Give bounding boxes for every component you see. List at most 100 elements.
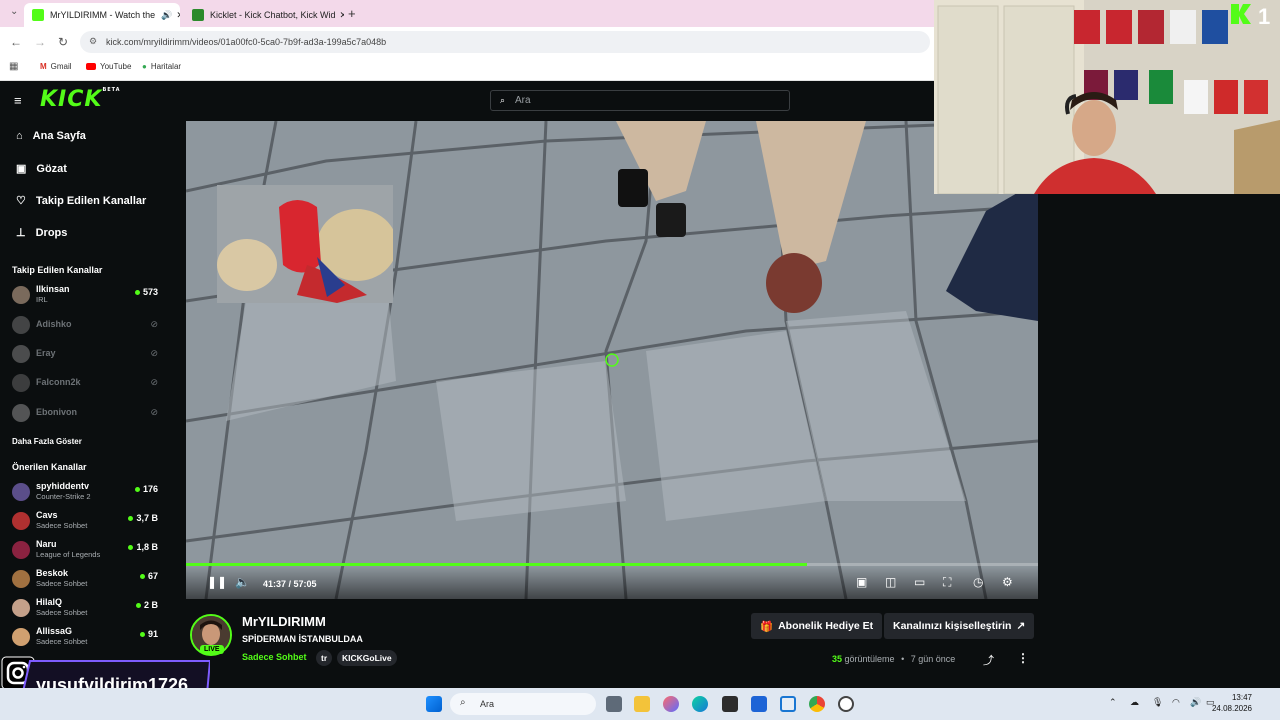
- beta-badge: BETA: [102, 87, 121, 93]
- fullscreen-icon[interactable]: ⛶: [943, 575, 951, 590]
- viewer-count: 1,8 B: [128, 542, 158, 552]
- copilot-icon[interactable]: [663, 696, 679, 712]
- tag-language[interactable]: tr: [316, 650, 333, 666]
- viewer-count: 91: [139, 629, 158, 639]
- avatar: [12, 512, 30, 530]
- taskbar-search-placeholder: Ara: [480, 699, 495, 709]
- separator-dot: •: [901, 654, 905, 664]
- stream-title: SPİDERMAN İSTANBULDAA: [242, 634, 363, 644]
- file-explorer-icon[interactable]: [634, 696, 650, 712]
- microphone-icon[interactable]: 🎙: [1152, 697, 1163, 708]
- gift-subscription-button[interactable]: 🎁 Abonelik Hediye Et: [751, 613, 883, 639]
- avatar: [12, 345, 30, 363]
- bookmark-gmail[interactable]: M Gmail: [40, 62, 72, 71]
- clip-icon[interactable]: ◫: [885, 575, 896, 589]
- apps-grid-icon[interactable]: ▦: [9, 61, 18, 72]
- drops-icon: ⊥: [16, 227, 26, 239]
- tab-kicklet[interactable]: Kicklet - Kick Chatbot, Kick Wid ✕: [184, 3, 344, 27]
- spiderman-overlay-image: [217, 185, 397, 303]
- search-input[interactable]: ⌕ Ara: [490, 90, 790, 111]
- menu-hamburger-icon[interactable]: ≡: [14, 93, 22, 108]
- channel-cavs[interactable]: Cavs Sadece Sohbet 3,7 B: [12, 509, 162, 535]
- channel-name: Beskok: [36, 568, 69, 578]
- channel-spyhiddentv[interactable]: spyhiddentv Counter-Strike 2 176: [12, 480, 162, 506]
- pause-icon[interactable]: ❚❚: [207, 575, 227, 589]
- task-view-icon[interactable]: [606, 696, 622, 712]
- channel-naru[interactable]: Naru League of Legends 1,8 B: [12, 538, 162, 564]
- reload-icon[interactable]: ↻: [58, 35, 68, 49]
- share-icon[interactable]: ⤴: [983, 652, 994, 668]
- search-icon: ⌕: [500, 95, 506, 105]
- obs-icon[interactable]: [838, 696, 854, 712]
- logo-text: KICK: [40, 87, 103, 112]
- channel-adishko[interactable]: Adishko ⊘: [12, 313, 162, 339]
- tag-kickgolive[interactable]: KICKGoLive: [337, 650, 397, 666]
- customize-channel-button[interactable]: Kanalınızı kişiselleştirin ↗: [884, 613, 1035, 639]
- new-tab-plus-icon[interactable]: +: [348, 6, 356, 21]
- channel-falconn2k[interactable]: Falconn2k ⊘: [12, 371, 162, 397]
- bookmark-maps[interactable]: ● Haritalar: [142, 62, 181, 71]
- url-field[interactable]: ⚙ kick.com/mryildirimm/videos/01a00fc0-5…: [80, 31, 930, 53]
- tab-search-chevron-icon[interactable]: ⌄: [10, 6, 18, 17]
- stream-category-link[interactable]: Sadece Sohbet: [242, 652, 307, 662]
- speaker-icon[interactable]: 🔊: [1190, 697, 1201, 708]
- sidebar-item-browse[interactable]: ▣ Gözat: [16, 162, 67, 176]
- taskbar-search[interactable]: ⌕ Ara: [450, 693, 596, 715]
- channel-hilalq[interactable]: HilalQ Sadece Sohbet 2 B: [12, 596, 162, 622]
- channel-ilkinsan[interactable]: Ilkinsan IRL 573: [12, 283, 162, 309]
- onedrive-icon[interactable]: ☁: [1130, 697, 1139, 708]
- site-info-icon[interactable]: ⚙: [89, 36, 97, 47]
- sidebar: ⌂ Ana Sayfa ▣ Gözat ♡ Takip Edilen Kanallar…: [0, 121, 176, 688]
- tab-close-icon[interactable]: ✕: [176, 10, 180, 21]
- tab-label: MrYILDIRIMM - Watch the: [50, 10, 156, 20]
- settings-gear-icon[interactable]: ⚙: [1002, 575, 1013, 589]
- viewer-count: 3,7 B: [128, 513, 158, 523]
- channel-category: Sadece Sohbet: [36, 637, 88, 646]
- theater-mode-icon[interactable]: ▭: [914, 575, 925, 589]
- gift-icon: 🎁: [760, 620, 774, 633]
- avatar: [12, 374, 30, 392]
- volume-icon[interactable]: 🔈: [235, 575, 250, 589]
- search-placeholder: Ara: [515, 95, 531, 106]
- streamer-name[interactable]: MrYILDIRIMM: [242, 614, 326, 629]
- app-icon[interactable]: [780, 696, 796, 712]
- dropbox-icon[interactable]: [751, 696, 767, 712]
- webcam-feed: 1: [934, 0, 1280, 194]
- bookmark-label: YouTube: [100, 62, 132, 71]
- bookmarks-bar: ▦ M Gmail YouTube ● Haritalar: [0, 57, 934, 81]
- store-icon[interactable]: [722, 696, 738, 712]
- tab-audio-icon[interactable]: 🔊: [161, 10, 172, 21]
- system-clock[interactable]: 13:47 24.08.2026: [1212, 692, 1252, 714]
- miniplayer-icon[interactable]: ▣: [856, 575, 867, 589]
- viewer-value: 3,7 B: [136, 513, 158, 523]
- bookmark-youtube[interactable]: YouTube: [86, 62, 131, 71]
- kick-logo[interactable]: KICKBETA: [40, 87, 121, 112]
- forward-arrow-icon[interactable]: →: [34, 35, 46, 49]
- wifi-icon[interactable]: ◠: [1172, 697, 1180, 708]
- windows-start-icon[interactable]: [426, 696, 442, 712]
- bookmark-label: Haritalar: [150, 62, 182, 71]
- channel-allissag[interactable]: AllissaG Sadece Sohbet 91: [12, 625, 162, 651]
- sidebar-item-following[interactable]: ♡ Takip Edilen Kanallar: [16, 194, 147, 208]
- channel-name: Ebonivon: [36, 407, 77, 417]
- channel-eray[interactable]: Eray ⊘: [12, 342, 162, 368]
- channel-name: Cavs: [36, 510, 58, 520]
- show-more-link[interactable]: Daha Fazla Göster: [12, 437, 82, 446]
- sidebar-item-drops[interactable]: ⊥ Drops: [16, 226, 68, 240]
- nav-label: Takip Edilen Kanallar: [35, 194, 147, 207]
- more-options-icon[interactable]: ⋮: [1017, 651, 1029, 665]
- channel-ebonivon[interactable]: Ebonivon ⊘: [12, 401, 162, 427]
- chrome-icon[interactable]: [809, 696, 825, 712]
- edge-icon[interactable]: [692, 696, 708, 712]
- tray-chevron-icon[interactable]: ⌃: [1109, 697, 1117, 708]
- channel-name: Falconn2k: [36, 377, 81, 387]
- playback-speed-icon[interactable]: ◷: [973, 575, 983, 589]
- channel-beskok[interactable]: Beskok Sadece Sohbet 67: [12, 567, 162, 593]
- nav-label: Drops: [35, 226, 68, 239]
- viewer-count: 176: [134, 484, 158, 494]
- kicklet-favicon-icon: [192, 9, 204, 21]
- tab-kick-video[interactable]: MrYILDIRIMM - Watch the 🔊 ✕: [24, 3, 180, 27]
- back-arrow-icon[interactable]: ←: [10, 35, 22, 49]
- sidebar-item-home[interactable]: ⌂ Ana Sayfa: [16, 130, 86, 142]
- tab-close-icon[interactable]: ✕: [340, 10, 344, 21]
